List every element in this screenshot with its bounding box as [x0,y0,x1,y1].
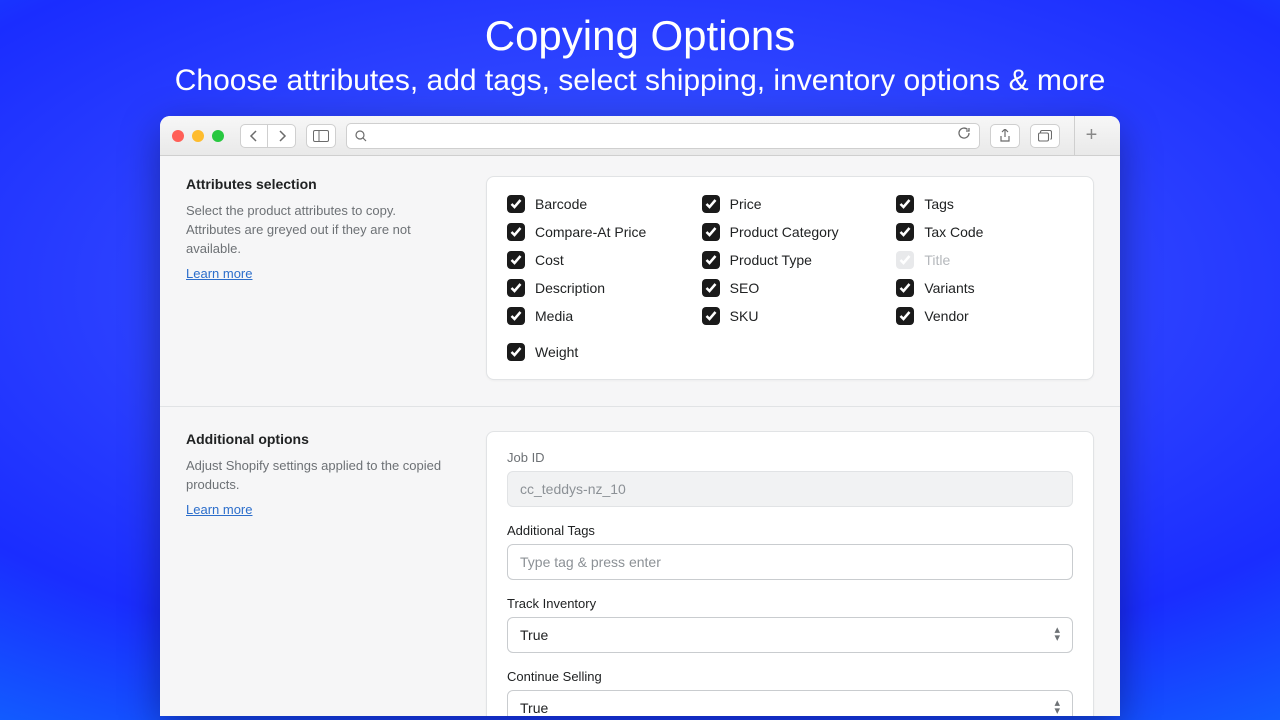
checkbox-icon [896,307,914,325]
window-close-button[interactable] [172,130,184,142]
attribute-checkbox-product-type[interactable]: Product Type [702,251,879,269]
checkbox-label: Tags [924,196,954,212]
attribute-checkbox-sku[interactable]: SKU [702,307,879,325]
tabs-button[interactable] [1030,124,1060,148]
job-id-label: Job ID [507,450,1073,465]
checkbox-icon [702,195,720,213]
sidebar-toggle-button[interactable] [306,124,336,148]
attribute-checkbox-title: Title [896,251,1073,269]
checkbox-label: SKU [730,308,759,324]
checkbox-label: Tax Code [924,224,983,240]
checkbox-label: Vendor [924,308,968,324]
new-tab-button[interactable]: + [1074,116,1108,156]
attributes-learn-more-link[interactable]: Learn more [186,266,252,281]
checkbox-icon [702,223,720,241]
search-icon [355,130,367,142]
continue-selling-label: Continue Selling [507,669,1073,684]
chevron-updown-icon: ▴▾ [1054,627,1060,642]
attribute-checkbox-barcode[interactable]: Barcode [507,195,684,213]
checkbox-label: Compare-At Price [535,224,646,240]
checkbox-icon [702,279,720,297]
checkbox-label: SEO [730,280,760,296]
checkbox-label: Barcode [535,196,587,212]
attributes-heading: Attributes selection [186,176,446,192]
checkbox-icon [507,251,525,269]
checkbox-icon [507,343,525,361]
back-button[interactable] [240,124,268,148]
browser-window: + Attributes selection Select the produc… [160,116,1120,716]
attribute-checkbox-weight[interactable]: Weight [507,343,684,361]
attribute-checkbox-compare-at-price[interactable]: Compare-At Price [507,223,684,241]
additional-tags-label: Additional Tags [507,523,1073,538]
page-title: Copying Options [0,0,1280,60]
checkbox-icon [896,251,914,269]
attribute-checkbox-vendor[interactable]: Vendor [896,307,1073,325]
checkbox-icon [896,279,914,297]
attribute-checkbox-tags[interactable]: Tags [896,195,1073,213]
checkbox-label: Product Type [730,252,812,268]
window-zoom-button[interactable] [212,130,224,142]
checkbox-label: Price [730,196,762,212]
attribute-checkbox-media[interactable]: Media [507,307,684,325]
additional-description: Adjust Shopify settings applied to the c… [186,457,446,495]
checkbox-icon [702,251,720,269]
page-content: Attributes selection Select the product … [160,156,1120,716]
refresh-button[interactable] [957,126,971,145]
checkbox-label: Product Category [730,224,839,240]
job-id-field: cc_teddys-nz_10 [507,471,1073,507]
attribute-checkbox-variants[interactable]: Variants [896,279,1073,297]
address-bar[interactable] [346,123,980,149]
attribute-checkbox-tax-code[interactable]: Tax Code [896,223,1073,241]
attribute-checkbox-cost[interactable]: Cost [507,251,684,269]
additional-tags-input[interactable]: Type tag & press enter [507,544,1073,580]
section-divider [160,406,1120,407]
checkbox-icon [507,307,525,325]
additional-heading: Additional options [186,431,446,447]
checkbox-icon [896,223,914,241]
attribute-checkbox-product-category[interactable]: Product Category [702,223,879,241]
share-button[interactable] [990,124,1020,148]
checkbox-icon [507,223,525,241]
attribute-checkbox-description[interactable]: Description [507,279,684,297]
page-subtitle: Choose attributes, add tags, select ship… [0,64,1280,98]
additional-learn-more-link[interactable]: Learn more [186,502,252,517]
checkbox-icon [702,307,720,325]
checkbox-label: Title [924,252,950,268]
continue-selling-select[interactable]: True ▴▾ [507,690,1073,716]
checkbox-label: Media [535,308,573,324]
attribute-checkbox-price[interactable]: Price [702,195,879,213]
checkbox-icon [507,279,525,297]
attributes-description: Select the product attributes to copy. A… [186,202,446,259]
attributes-card: Barcode Price Tags Compare-At Price Product … [486,176,1094,380]
checkbox-label: Weight [535,344,578,360]
checkbox-label: Description [535,280,605,296]
checkbox-label: Cost [535,252,564,268]
browser-toolbar: + [160,116,1120,156]
track-inventory-label: Track Inventory [507,596,1073,611]
attribute-checkbox-seo[interactable]: SEO [702,279,879,297]
chevron-updown-icon: ▴▾ [1054,700,1060,715]
track-inventory-select[interactable]: True ▴▾ [507,617,1073,653]
forward-button[interactable] [268,124,296,148]
additional-card: Job ID cc_teddys-nz_10 Additional Tags T… [486,431,1094,716]
checkbox-icon [896,195,914,213]
window-minimize-button[interactable] [192,130,204,142]
checkbox-icon [507,195,525,213]
checkbox-label: Variants [924,280,974,296]
